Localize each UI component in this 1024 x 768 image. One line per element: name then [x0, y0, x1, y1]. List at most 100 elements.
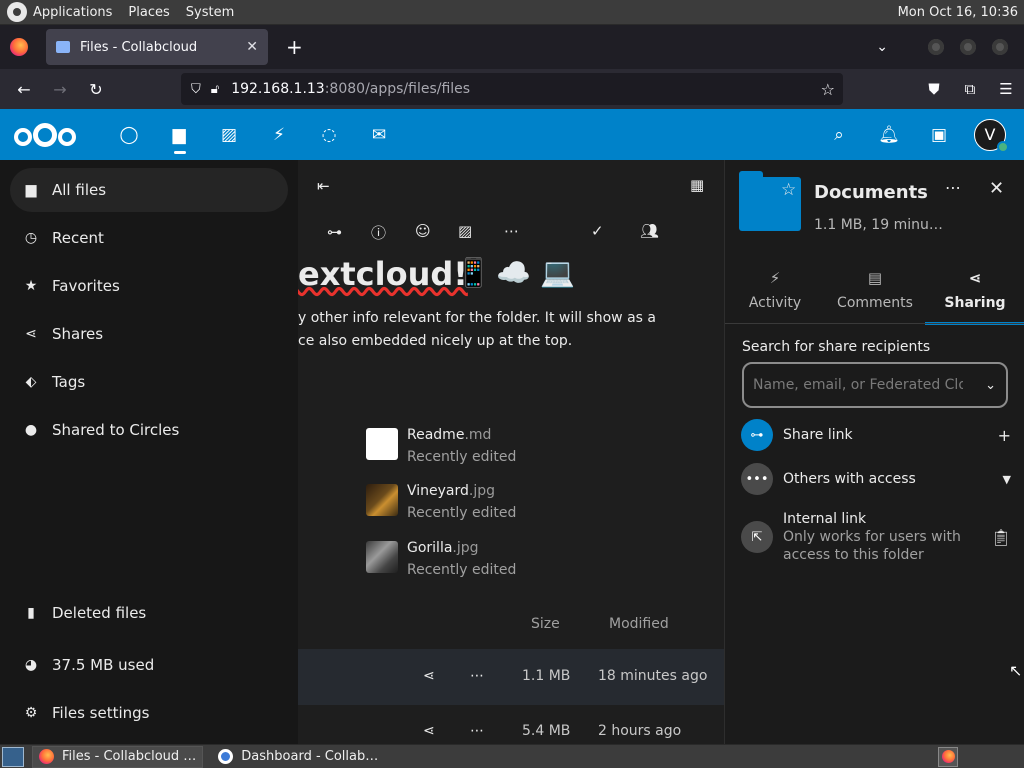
- distro-logo-icon[interactable]: [7, 2, 27, 22]
- recent-file-gorilla[interactable]: Gorilla.jpg Recently edited: [366, 537, 516, 581]
- tray-firefox-icon[interactable]: [938, 746, 958, 767]
- link-icon[interactable]: ⊶: [327, 223, 342, 241]
- tab-activity[interactable]: ⚡︎ Activity: [725, 267, 825, 325]
- more-options-icon[interactable]: ⋯: [470, 723, 484, 739]
- internal-link-title: Internal link: [783, 511, 867, 527]
- column-size-header[interactable]: Size: [531, 616, 560, 632]
- internal-link-row[interactable]: ⇱ Internal link Only works for users wit…: [741, 510, 1011, 564]
- nav-item-label: Recent: [52, 229, 104, 247]
- window-minimize-button[interactable]: [928, 39, 944, 55]
- grid-view-icon[interactable]: ▦: [690, 176, 704, 194]
- bookmark-star-icon[interactable]: ☆: [821, 80, 835, 99]
- chevron-down-icon[interactable]: ⌄: [985, 378, 996, 393]
- url-path: :8080/apps/files/files: [324, 81, 471, 97]
- file-thumbnail: [366, 428, 398, 460]
- taskbar-item-dashboard[interactable]: Dashboard - Collab…: [211, 745, 386, 768]
- list-tabs-chevron-icon[interactable]: ⌄: [876, 39, 888, 55]
- nav-item-label: All files: [52, 181, 107, 199]
- emoji-icon[interactable]: ☺: [415, 222, 431, 240]
- connection-lock-icon[interactable]: 🔓︎: [211, 82, 219, 97]
- recent-file-readme[interactable]: Readme.md Recently edited: [366, 424, 516, 468]
- extensions-icon[interactable]: ⧉: [952, 80, 988, 98]
- browser-tab-files[interactable]: Files - Collabcloud ✕: [46, 29, 268, 65]
- others-with-access-row[interactable]: ••• Others with access ▼: [741, 463, 1011, 495]
- shield-icon[interactable]: ⛉: [191, 82, 201, 97]
- phone-emoji: 📱: [456, 256, 491, 289]
- forward-button[interactable]: →: [42, 80, 78, 99]
- quota-indicator[interactable]: ◕ 37.5 MB used: [10, 643, 288, 687]
- copy-clipboard-icon[interactable]: 📋︎: [991, 528, 1011, 547]
- nav-item-all-files[interactable]: ▆ All files: [10, 168, 288, 212]
- collapse-menu-icon[interactable]: ⇤: [317, 177, 330, 195]
- image-icon[interactable]: ▨: [458, 222, 472, 240]
- nav-item-files-settings[interactable]: ⚙ Files settings: [10, 691, 288, 735]
- nextcloud-logo[interactable]: [14, 122, 76, 147]
- share-icon[interactable]: ⋖: [423, 723, 435, 739]
- notifications-bell-icon[interactable]: 🔔︎: [864, 125, 914, 145]
- checkmark-icon[interactable]: ✓: [591, 222, 604, 240]
- folder-icon: ▆: [25, 182, 37, 198]
- dashboard-icon[interactable]: ◯: [104, 109, 154, 160]
- reload-button[interactable]: ↻: [78, 80, 114, 99]
- add-share-link-button[interactable]: +: [998, 426, 1011, 445]
- talk-icon[interactable]: ◌: [304, 109, 354, 160]
- table-row[interactable]: ⋖ ⋯ 1.1 MB 18 minutes ago: [298, 649, 724, 705]
- contacts-share-icon[interactable]: 👥︎: [640, 222, 659, 240]
- more-options-icon[interactable]: ⋯: [470, 668, 484, 684]
- firefox-view-icon[interactable]: [10, 38, 28, 56]
- nav-item-shared-to-circles[interactable]: ● Shared to Circles: [10, 408, 288, 452]
- tab-comments[interactable]: ▤ Comments: [825, 267, 925, 325]
- hamburger-menu-icon[interactable]: ☰: [988, 80, 1024, 98]
- activity-icon[interactable]: ⚡︎: [254, 109, 304, 160]
- share-icon[interactable]: ⋖: [423, 668, 435, 684]
- share-link-row[interactable]: ⊶ Share link +: [741, 419, 1011, 451]
- info-icon[interactable]: ⓘ: [371, 222, 386, 243]
- share-search-label: Search for share recipients: [742, 339, 931, 355]
- more-options-icon[interactable]: ⋯: [504, 222, 519, 240]
- window-maximize-button[interactable]: [960, 39, 976, 55]
- taskbar-item-files[interactable]: Files - Collabcloud …: [32, 745, 204, 768]
- window-close-button[interactable]: [992, 39, 1008, 55]
- column-modified-header[interactable]: Modified: [609, 616, 669, 632]
- menu-applications[interactable]: Applications: [33, 5, 112, 20]
- menu-places[interactable]: Places: [128, 5, 169, 20]
- rich-workspace-title[interactable]: extcloud!: [298, 255, 468, 293]
- photos-icon[interactable]: ▨: [204, 109, 254, 160]
- nav-item-recent[interactable]: ◷ Recent: [10, 216, 288, 260]
- gear-icon: ⚙: [24, 705, 38, 721]
- pocket-icon[interactable]: ⛊: [916, 80, 952, 98]
- panel-clock[interactable]: Mon Oct 16, 10:36: [898, 5, 1018, 20]
- new-tab-button[interactable]: +: [286, 35, 303, 59]
- files-icon[interactable]: ▆: [154, 109, 204, 160]
- share-search-input[interactable]: [753, 377, 963, 393]
- back-button[interactable]: ←: [6, 80, 42, 99]
- sidebar-close-icon[interactable]: ✕: [989, 178, 1004, 199]
- tab-sharing[interactable]: ⋖ Sharing: [925, 267, 1024, 325]
- contacts-icon[interactable]: ▣: [914, 125, 964, 145]
- file-modified: 18 minutes ago: [598, 668, 708, 684]
- nav-item-label: Tags: [52, 373, 86, 391]
- table-row[interactable]: ⋖ ⋯ 5.4 MB 2 hours ago: [298, 704, 724, 744]
- nav-item-tags[interactable]: ⬖ Tags: [10, 360, 288, 404]
- recent-file-vineyard[interactable]: Vineyard.jpg Recently edited: [366, 480, 516, 524]
- url-host: 192.168.1.13: [231, 81, 325, 97]
- favorite-star-icon[interactable]: ☆: [781, 180, 796, 200]
- share-search-field[interactable]: ⌄: [742, 362, 1008, 408]
- details-sidebar: ☆ Documents 1.1 MB, 19 minu… ⋯ ✕ ⚡︎ Acti…: [724, 160, 1024, 744]
- nav-item-deleted-files[interactable]: ▮ Deleted files: [10, 591, 288, 635]
- url-bar[interactable]: ⛉ 🔓︎ 192.168.1.13:8080/apps/files/files …: [181, 73, 843, 105]
- external-link-icon: ⇱: [741, 521, 773, 553]
- search-icon[interactable]: ⌕: [814, 125, 864, 145]
- menu-system[interactable]: System: [186, 5, 234, 20]
- sidebar-more-icon[interactable]: ⋯: [945, 178, 961, 197]
- tab-close-icon[interactable]: ✕: [246, 39, 258, 55]
- user-avatar[interactable]: V: [974, 118, 1009, 153]
- sidebar-meta: 1.1 MB, 19 minu…: [814, 217, 943, 233]
- caret-down-icon[interactable]: ▼: [1003, 473, 1011, 486]
- mail-icon[interactable]: ✉: [354, 109, 404, 160]
- nav-item-favorites[interactable]: ★ Favorites: [10, 264, 288, 308]
- show-desktop-icon[interactable]: [2, 746, 24, 767]
- rich-workspace-description[interactable]: y other info relevant for the folder. It…: [298, 307, 718, 353]
- nav-item-shares[interactable]: ⋖ Shares: [10, 312, 288, 356]
- share-icon: ⋖: [968, 269, 982, 287]
